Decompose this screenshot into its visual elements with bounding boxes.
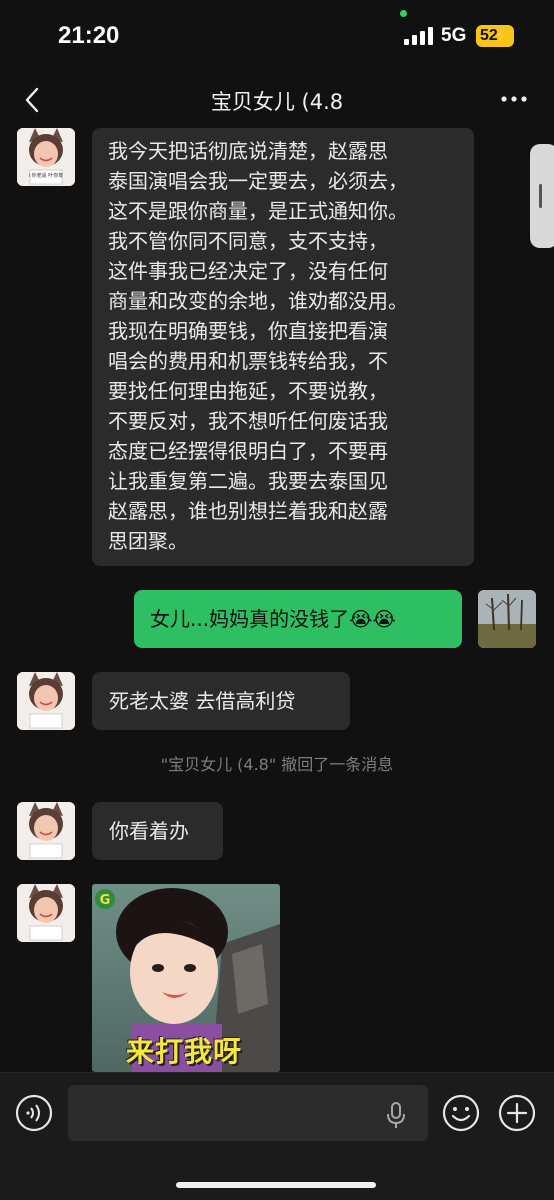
contact-avatar-image: [17, 802, 75, 860]
contact-avatar[interactable]: i 你老逼 叶你筹: [17, 128, 75, 186]
message-input[interactable]: [68, 1085, 428, 1141]
message-line: 思团聚。: [108, 529, 188, 553]
side-scroll-handle[interactable]: [530, 144, 554, 248]
sticker-message[interactable]: G 来打我呀: [92, 884, 280, 1072]
message-bubble-incoming[interactable]: 死老太婆 去借高利贷: [92, 672, 350, 730]
message-line: 我不管你同不同意，支不支持，: [108, 229, 388, 253]
message-bubble-incoming[interactable]: 我今天把话彻底说清楚，赵露思 泰国演唱会我一定要去，必须去， 这不是跟你商量，是…: [92, 128, 474, 566]
chat-header: 宝贝女儿 (4.8: [0, 72, 554, 128]
plus-icon[interactable]: [497, 1093, 537, 1133]
message-bubble-outgoing[interactable]: 女儿...妈妈真的没钱了😭😭: [134, 590, 462, 648]
cellular-signal-icon: [404, 27, 434, 45]
input-bar: [0, 1072, 554, 1200]
status-bar: 21:20 5G 52 ⚡: [0, 0, 554, 72]
contact-avatar-image: i 你老逼 叶你筹: [17, 128, 75, 186]
message-line: 要找任何理由拖延，不要说教，: [108, 379, 388, 403]
battery-icon: 52 ⚡: [476, 25, 514, 47]
my-avatar-image: [478, 590, 536, 648]
charging-bolt-icon: ⚡: [493, 28, 510, 43]
message-line: 我现在明确要钱，你直接把看演: [108, 319, 388, 343]
contact-avatar-image: [17, 884, 75, 942]
more-dots-icon[interactable]: [498, 86, 530, 112]
sticker-caption: 来打我呀: [126, 1035, 243, 1068]
message-text: 死老太婆 去借高利贷: [109, 689, 296, 713]
voice-input-icon[interactable]: [14, 1093, 54, 1133]
message-line: 态度已经摆得很明白了，不要再: [108, 439, 388, 463]
emoji-icon[interactable]: [441, 1093, 481, 1133]
my-avatar[interactable]: [478, 590, 536, 648]
message-line: 泰国演唱会我一定要去，必须去，: [108, 169, 408, 193]
avatar-caption: i 你老逼 叶你筹: [29, 172, 64, 179]
clock: 21:20: [58, 22, 120, 49]
message-line: 唱会的费用和机票钱转给我，不: [108, 349, 388, 373]
sticker-badge: G: [100, 893, 111, 908]
message-line: 赵露思，谁也别想拦着我和赵露: [108, 499, 388, 523]
message-text: 女儿...妈妈真的没钱了: [150, 607, 350, 631]
contact-avatar[interactable]: [17, 802, 75, 860]
chat-message-list[interactable]: i 你老逼 叶你筹 我今天把话彻底说清楚，赵露思 泰国演唱会我一定要去，必须去，…: [0, 128, 554, 1072]
privacy-indicator-dot: [400, 10, 407, 17]
message-line: 商量和改变的余地，谁劝都没用。: [108, 289, 408, 313]
message-line: 不要反对，我不想听任何废话我: [108, 409, 388, 433]
message-text: 你看着办: [109, 819, 189, 843]
chat-title[interactable]: 宝贝女儿 (4.8: [0, 86, 554, 116]
crying-emoji-icon: 😭😭: [349, 607, 396, 631]
message-line: 让我重复第二遍。我要去泰国见: [108, 469, 388, 493]
message-line: 这不是跟你商量，是正式通知你。: [108, 199, 408, 223]
recall-notice: "宝贝女儿 (4.8" 撤回了一条消息: [160, 755, 394, 774]
network-type: 5G: [441, 25, 467, 46]
message-line: 我今天把话彻底说清楚，赵露思: [108, 139, 388, 163]
contact-avatar[interactable]: [17, 672, 75, 730]
contact-avatar-image: [17, 672, 75, 730]
message-line: 这件事我已经决定了，没有任何: [108, 259, 388, 283]
message-bubble-incoming[interactable]: 你看着办: [92, 802, 223, 860]
home-indicator[interactable]: [176, 1182, 376, 1188]
microphone-icon[interactable]: [384, 1101, 408, 1129]
contact-avatar[interactable]: [17, 884, 75, 942]
